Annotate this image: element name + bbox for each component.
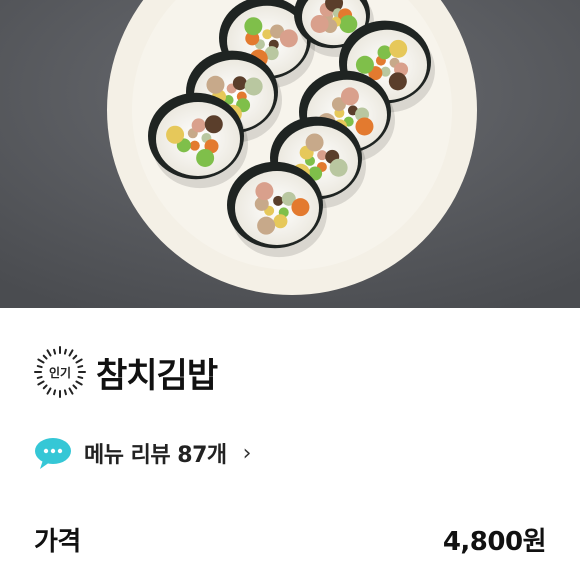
price-value: 4,800원 <box>442 527 547 557</box>
menu-photo <box>0 0 580 308</box>
popular-badge-label: 인기 <box>48 365 72 380</box>
kimbap-photo <box>0 0 580 308</box>
menu-title: 참치김밥 <box>96 355 218 396</box>
menu-review-label: 메뉴 리뷰 87개 <box>84 443 227 468</box>
menu-review-link[interactable]: 메뉴 리뷰 87개 › <box>34 436 251 470</box>
popular-badge: 인기 <box>34 346 86 398</box>
price-row: 가격 4,800원 <box>34 521 547 558</box>
price-label: 가격 <box>34 527 81 557</box>
menu-detail-sheet: 인기 참치김밥 메뉴 리뷰 87개 › 가격 4,800원 <box>0 308 580 579</box>
chat-bubble-icon <box>35 438 71 469</box>
title-row: 인기 참치김밥 <box>34 346 218 398</box>
chevron-right-icon: › <box>242 440 252 466</box>
